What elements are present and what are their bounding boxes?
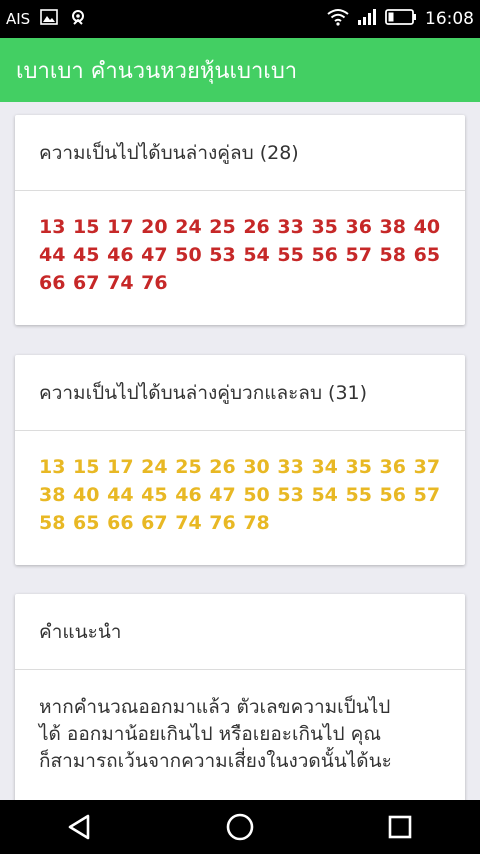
advice-line: ได้ ออกมาน้อยเกินไป หรือเยอะเกินไป คุณ [39,723,381,745]
home-circle-icon [226,813,254,841]
recents-square-icon [388,815,412,839]
location-icon [68,7,88,31]
number-row: 13 15 17 20 24 25 26 33 35 36 38 40 [39,216,441,238]
advice-card-title: คำแนะนำ [15,594,465,670]
image-icon [40,9,59,29]
app-title: เบาเบา คำนวนหวยหุ้นเบาเบา [16,58,298,84]
number-row: 38 40 44 45 46 47 50 53 54 55 56 57 [39,484,441,506]
number-row: 13 15 17 24 25 26 30 33 34 35 36 37 [39,456,441,478]
number-row: 58 65 66 67 74 76 78 [39,512,270,534]
back-button[interactable] [60,807,100,847]
wifi-icon [327,8,349,30]
advice-line: ก็สามารถเว้นจากความเสี่ยงในงวดนั้นได้นะ [39,750,392,772]
number-row: 44 45 46 47 50 53 54 55 56 57 58 65 [39,244,441,266]
plus-minus-pairs-card: ความเป็นไปได้บนล่างคู่บวกและลบ (31) 13 1… [15,355,465,565]
app-bar: เบาเบา คำนวนหวยหุ้นเบาเบา [0,38,480,102]
navigation-bar [0,800,480,854]
plus-minus-pairs-numbers: 13 15 17 24 25 26 30 33 34 35 36 37 38 4… [39,453,441,537]
home-button[interactable] [220,807,260,847]
clock: 16:08 [425,9,474,29]
recents-button[interactable] [380,807,420,847]
status-bar: AIS 16:08 [0,0,480,38]
number-row: 66 67 74 76 [39,272,168,294]
advice-text: หากคำนวณออกมาแล้ว ตัวเลขความเป็นไป ได้ อ… [39,694,441,775]
advice-card: คำแนะนำ หากคำนวณออกมาแล้ว ตัวเลขความเป็น… [15,594,465,824]
advice-line: หากคำนวณออกมาแล้ว ตัวเลขความเป็นไป [39,696,391,718]
minus-pairs-numbers: 13 15 17 20 24 25 26 33 35 36 38 40 44 4… [39,213,441,297]
plus-minus-pairs-card-title: ความเป็นไปได้บนล่างคู่บวกและลบ (31) [15,355,465,431]
carrier-label: AIS [6,10,31,28]
battery-icon [385,8,417,30]
minus-pairs-card: ความเป็นไปได้บนล่างคู่ลบ (28) 13 15 17 2… [15,115,465,325]
minus-pairs-card-title: ความเป็นไปได้บนล่างคู่ลบ (28) [15,115,465,191]
back-triangle-icon [68,814,90,840]
signal-icon [357,8,377,30]
